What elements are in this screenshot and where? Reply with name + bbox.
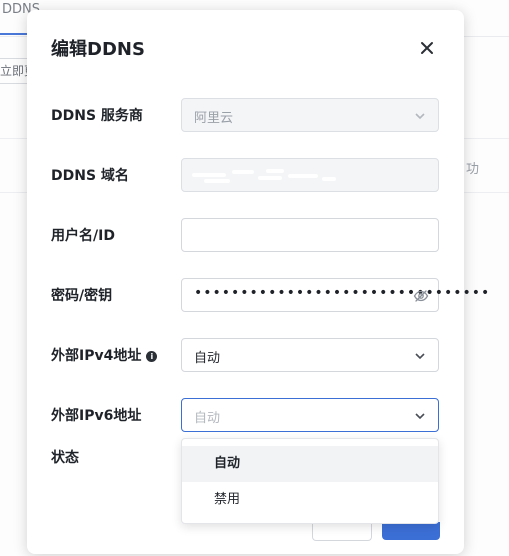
close-icon[interactable] xyxy=(417,38,437,58)
ipv6-placeholder: 自动 xyxy=(194,411,221,426)
domain-field xyxy=(181,158,439,192)
status-text: 功 xyxy=(466,162,480,177)
redacted-domain xyxy=(192,167,342,183)
status-label: 状态 xyxy=(51,450,79,466)
chevron-down-icon xyxy=(415,353,425,360)
provider-label: DDNS 服务商 xyxy=(51,108,143,124)
info-icon[interactable]: i xyxy=(146,351,158,362)
password-value: •••••••••••••••••••••••••••••••• xyxy=(194,285,491,301)
ipv4-value: 自动 xyxy=(194,351,221,366)
username-label: 用户名/ID xyxy=(51,228,115,244)
ipv6-select[interactable]: 自动 xyxy=(181,398,439,432)
cancel-button[interactable] xyxy=(312,522,372,541)
ipv6-dropdown-menu: 自动 禁用 xyxy=(181,438,439,524)
chevron-down-icon xyxy=(415,413,425,420)
password-label: 密码/密钥 xyxy=(51,288,113,304)
ipv4-select[interactable]: 自动 xyxy=(181,338,439,372)
chevron-down-icon xyxy=(415,113,425,120)
domain-label: DDNS 域名 xyxy=(51,168,129,184)
password-input[interactable]: •••••••••••••••••••••••••••••••• xyxy=(181,278,489,312)
provider-select: 阿里云 xyxy=(181,98,439,132)
edit-ddns-dialog: 编辑DDNS DDNS 服务商 阿里云 DDNS 域名 用户名/ID 密码/密钥… xyxy=(27,10,489,554)
dialog-title: 编辑DDNS xyxy=(51,39,145,60)
eye-off-icon[interactable] xyxy=(413,288,429,304)
provider-value: 阿里云 xyxy=(194,111,234,126)
confirm-button[interactable] xyxy=(382,522,440,540)
option-auto[interactable]: 自动 xyxy=(182,446,438,482)
username-input[interactable] xyxy=(181,218,439,252)
option-disabled[interactable]: 禁用 xyxy=(182,482,438,518)
ipv4-label: 外部IPv4地址 i xyxy=(51,345,158,365)
ipv6-label: 外部IPv6地址 xyxy=(51,408,142,424)
